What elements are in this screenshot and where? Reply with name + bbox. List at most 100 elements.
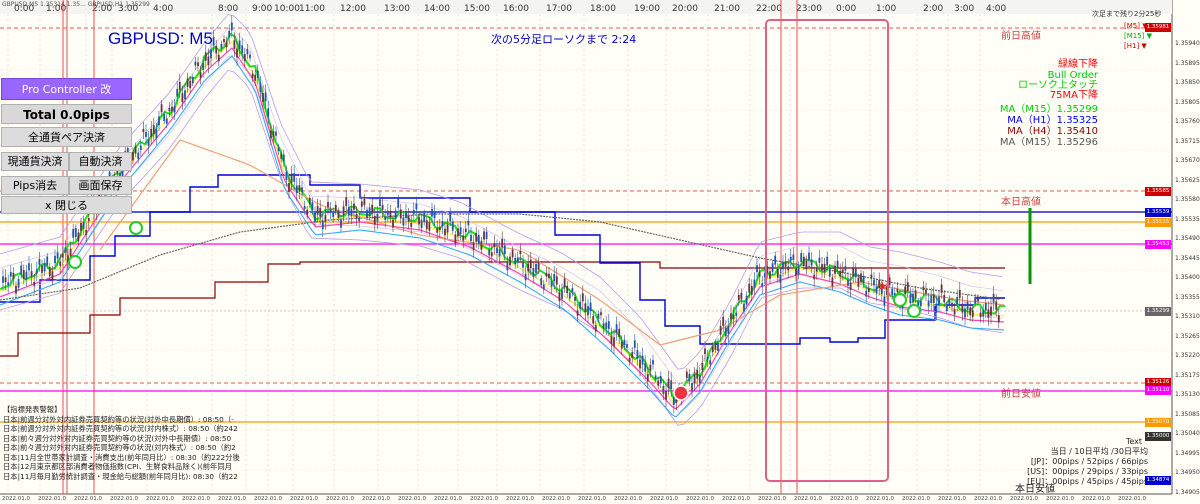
auto-close-button[interactable]: 自動決済	[69, 152, 132, 171]
candle-body	[464, 228, 467, 232]
candle-body	[168, 107, 171, 112]
close-all-pairs-button[interactable]: 全通貨ペア決済	[1, 127, 132, 147]
candle-body	[145, 132, 147, 138]
candle-body	[480, 240, 483, 250]
price-tag: 1.35585	[1145, 187, 1171, 196]
candle-body	[288, 183, 290, 192]
candle-body	[566, 285, 569, 294]
price-tick-label: 1.35940	[1175, 40, 1200, 47]
candle-body	[964, 308, 966, 318]
time-tick-label: 2:00	[923, 4, 943, 14]
candle-body	[600, 312, 602, 316]
date-tick-label: 2022.01.0	[794, 496, 822, 502]
candle-body	[654, 375, 657, 379]
candle-body	[938, 296, 940, 306]
candle-body	[813, 274, 816, 280]
candle-body	[698, 375, 701, 384]
candle-body	[665, 391, 667, 400]
candle-body	[285, 171, 288, 180]
candle-body	[178, 81, 181, 91]
candle-body	[441, 221, 444, 227]
price-tag: 1.35539	[1145, 208, 1171, 217]
candle-body	[407, 216, 410, 222]
candle-body	[241, 45, 244, 54]
candle-body	[451, 221, 454, 231]
candle-body	[704, 348, 706, 355]
candle-body	[392, 219, 394, 228]
candle-body	[269, 130, 272, 139]
tf-trend-h1: [H1] ▼	[1124, 41, 1152, 51]
chart-window: 0:00 1:00 2:00 3:00 4:00 8:00 9:00 10:00 11:00 12…	[0, 0, 1200, 504]
candle-body	[444, 228, 446, 236]
candle-body	[769, 271, 771, 279]
stats-us: [US]：00pips / 29pips / 33pips	[1027, 467, 1148, 476]
controller-title-bar[interactable]: Pro Controller 改	[1, 78, 132, 100]
candle-body	[69, 248, 72, 257]
candle-body	[561, 290, 563, 300]
time-tick-label: 13:00	[384, 4, 410, 14]
save-screen-button[interactable]: 画面保存	[69, 176, 132, 195]
candle-body	[550, 280, 553, 287]
date-tick-label: 2022.01.0	[542, 496, 570, 502]
candle-body	[906, 282, 909, 291]
candle-countdown: 次の5分足ローソクまで 2:24	[491, 33, 637, 46]
clear-pips-button[interactable]: Pips消去	[1, 176, 69, 195]
candle-body	[152, 125, 155, 134]
stats-jp: [JP]：00pips / 52pips / 66pips	[1030, 457, 1148, 466]
candle-body	[132, 151, 134, 161]
candle-body	[228, 30, 231, 38]
candle-body	[743, 303, 745, 312]
candle-body	[722, 316, 725, 326]
candle-body	[568, 292, 571, 299]
candle-body	[496, 247, 498, 254]
candle-body	[251, 73, 254, 78]
candle-body	[758, 271, 761, 277]
candle-body	[85, 230, 88, 236]
candle-body	[706, 356, 709, 361]
candle-body	[428, 222, 431, 231]
candle-body	[951, 302, 953, 307]
candle-body	[849, 282, 852, 290]
time-tick-label: 4:00	[986, 4, 1006, 14]
date-tick-label: 2022.01.0	[758, 496, 786, 502]
candle-body	[802, 256, 805, 266]
candle-body	[774, 255, 777, 265]
candle-body	[230, 22, 233, 31]
candle-body	[628, 357, 631, 362]
time-tick-label: 15:00	[464, 4, 490, 14]
price-tick-label: 1.35355	[1175, 293, 1200, 301]
candle-body	[199, 72, 202, 78]
price-tick-label: 1.35085	[1175, 410, 1200, 418]
candle-body	[376, 213, 379, 222]
date-tick-label: 2022.01.0	[1010, 496, 1038, 502]
date-tick-label: 2022.01.0	[2, 496, 30, 502]
news-item: 日本|前々週分対外対内証券売買契約等の状況(対内株式）: 08:50（約2	[3, 443, 236, 452]
candle-body	[958, 289, 961, 298]
candle-body	[410, 223, 413, 227]
candle-body	[620, 341, 623, 349]
candle-body	[997, 315, 1000, 323]
candle-body	[275, 131, 277, 136]
price-tick-label: 1.35130	[1175, 391, 1200, 398]
close-controller-button[interactable]: x 閉じる	[1, 196, 132, 214]
candle-body	[854, 268, 857, 278]
stats-title: Text	[1125, 437, 1142, 446]
candle-body	[503, 245, 506, 255]
candle-body	[295, 185, 298, 194]
candle-body	[592, 315, 595, 324]
candle-body	[932, 294, 935, 303]
candle-body	[54, 255, 56, 264]
candle-body	[477, 234, 480, 244]
candle-body	[350, 208, 353, 217]
close-current-pair-button[interactable]: 現通貨決済	[1, 152, 69, 171]
candle-body	[776, 268, 779, 278]
candle-body	[246, 48, 249, 55]
date-tick-label: 2022.01.0	[506, 496, 534, 502]
bear-signal-icon	[673, 385, 689, 401]
economic-news-alert: 【指標発表警報】 日本|前週分対外対内証券売買契約等の状況(対外中長期債）: 0…	[3, 405, 243, 481]
candle-body	[862, 275, 865, 284]
candle-body	[386, 210, 389, 216]
candle-body	[581, 293, 584, 302]
candle-body	[782, 262, 784, 270]
candle-body	[9, 271, 12, 277]
